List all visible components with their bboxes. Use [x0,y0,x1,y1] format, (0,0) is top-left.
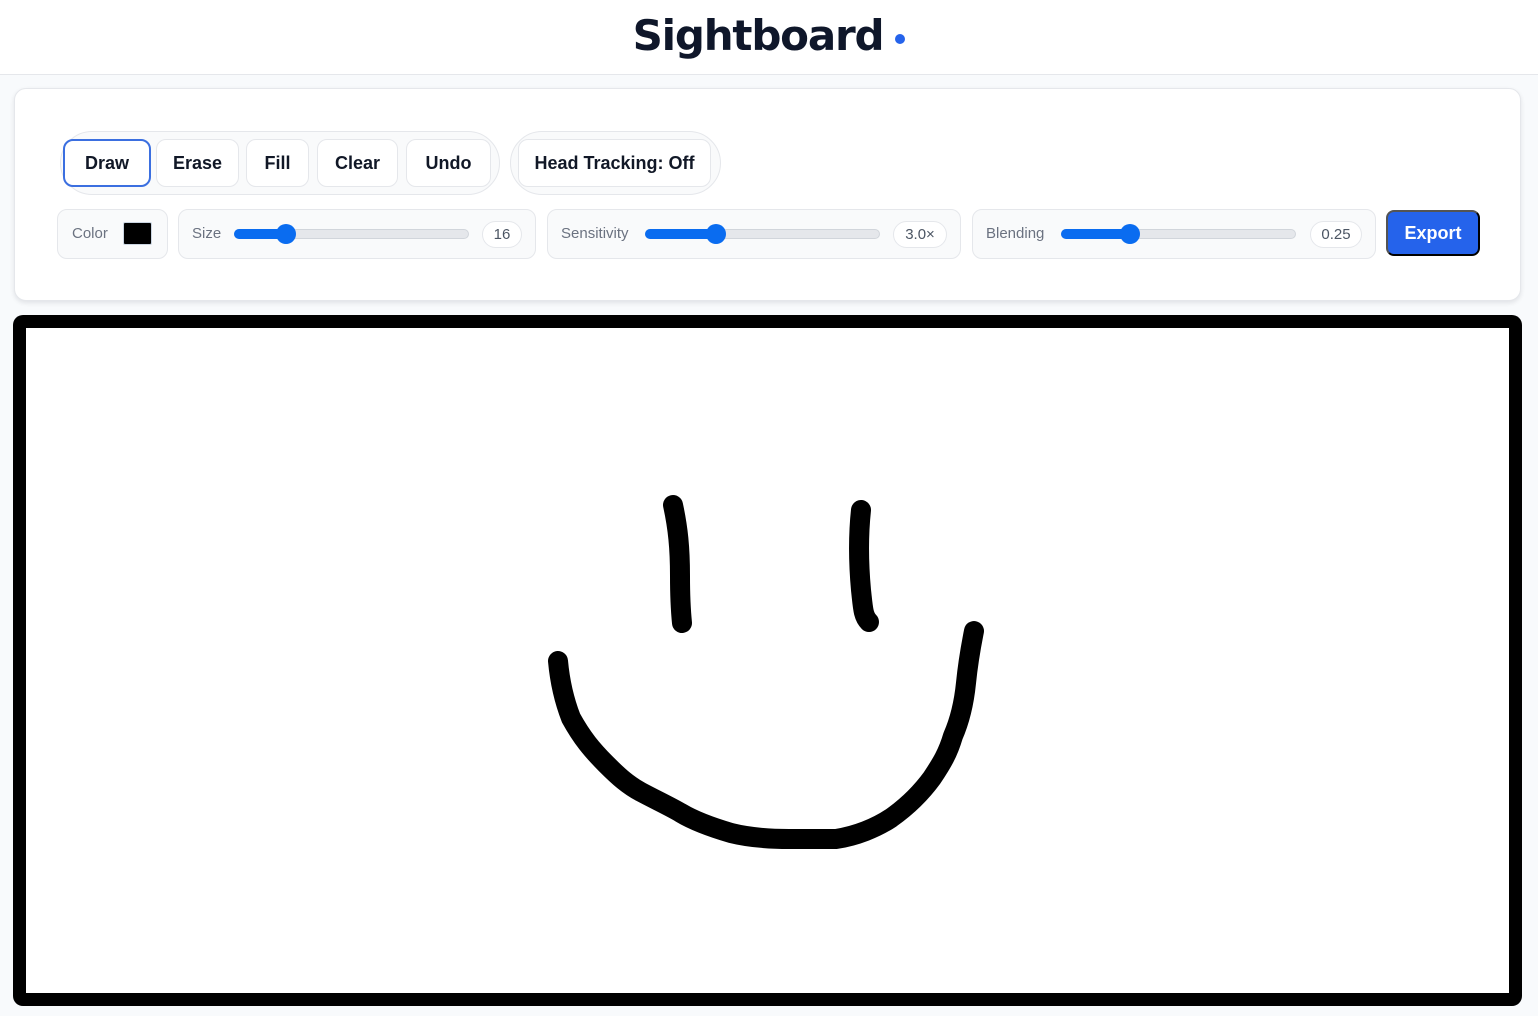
color-swatch[interactable] [123,222,152,245]
export-button[interactable]: Export [1386,210,1480,256]
drawing-canvas[interactable] [26,328,1509,993]
blending-slider[interactable] [1061,224,1296,244]
size-value: 16 [482,221,522,248]
app-header: Sightboard [0,0,1538,75]
size-label: Size [192,225,222,242]
size-control: Size 16 [178,209,536,259]
draw-button[interactable]: Draw [63,139,151,187]
clear-button[interactable]: Clear [317,139,398,187]
head-tracking-toggle[interactable]: Head Tracking: Off [518,139,711,187]
status-dot-icon [895,34,906,44]
color-control: Color [57,209,168,259]
blending-label: Blending [986,225,1045,242]
sensitivity-label: Sensitivity [561,225,629,242]
blending-value: 0.25 [1310,221,1362,248]
brand: Sightboard [633,11,906,60]
right-eye-stroke [849,500,879,632]
sensitivity-value: 3.0× [893,221,947,248]
undo-button[interactable]: Undo [406,139,491,187]
sensitivity-control: Sensitivity 3.0× [547,209,961,259]
left-eye-stroke [663,495,692,633]
size-slider-thumb[interactable] [276,224,296,244]
toolbar-panel: Draw Erase Fill Clear Undo Head Tracking… [14,88,1521,301]
canvas-frame [13,315,1522,1006]
blending-control: Blending 0.25 [972,209,1376,259]
sensitivity-slider-thumb[interactable] [706,224,726,244]
canvas-drawing [548,495,984,849]
erase-button[interactable]: Erase [156,139,239,187]
color-label: Color [72,225,108,242]
app-title: Sightboard [632,10,885,60]
size-slider[interactable] [234,224,469,244]
fill-button[interactable]: Fill [246,139,309,187]
smile-stroke [548,621,984,849]
blending-slider-thumb[interactable] [1120,224,1140,244]
sensitivity-slider[interactable] [645,224,880,244]
